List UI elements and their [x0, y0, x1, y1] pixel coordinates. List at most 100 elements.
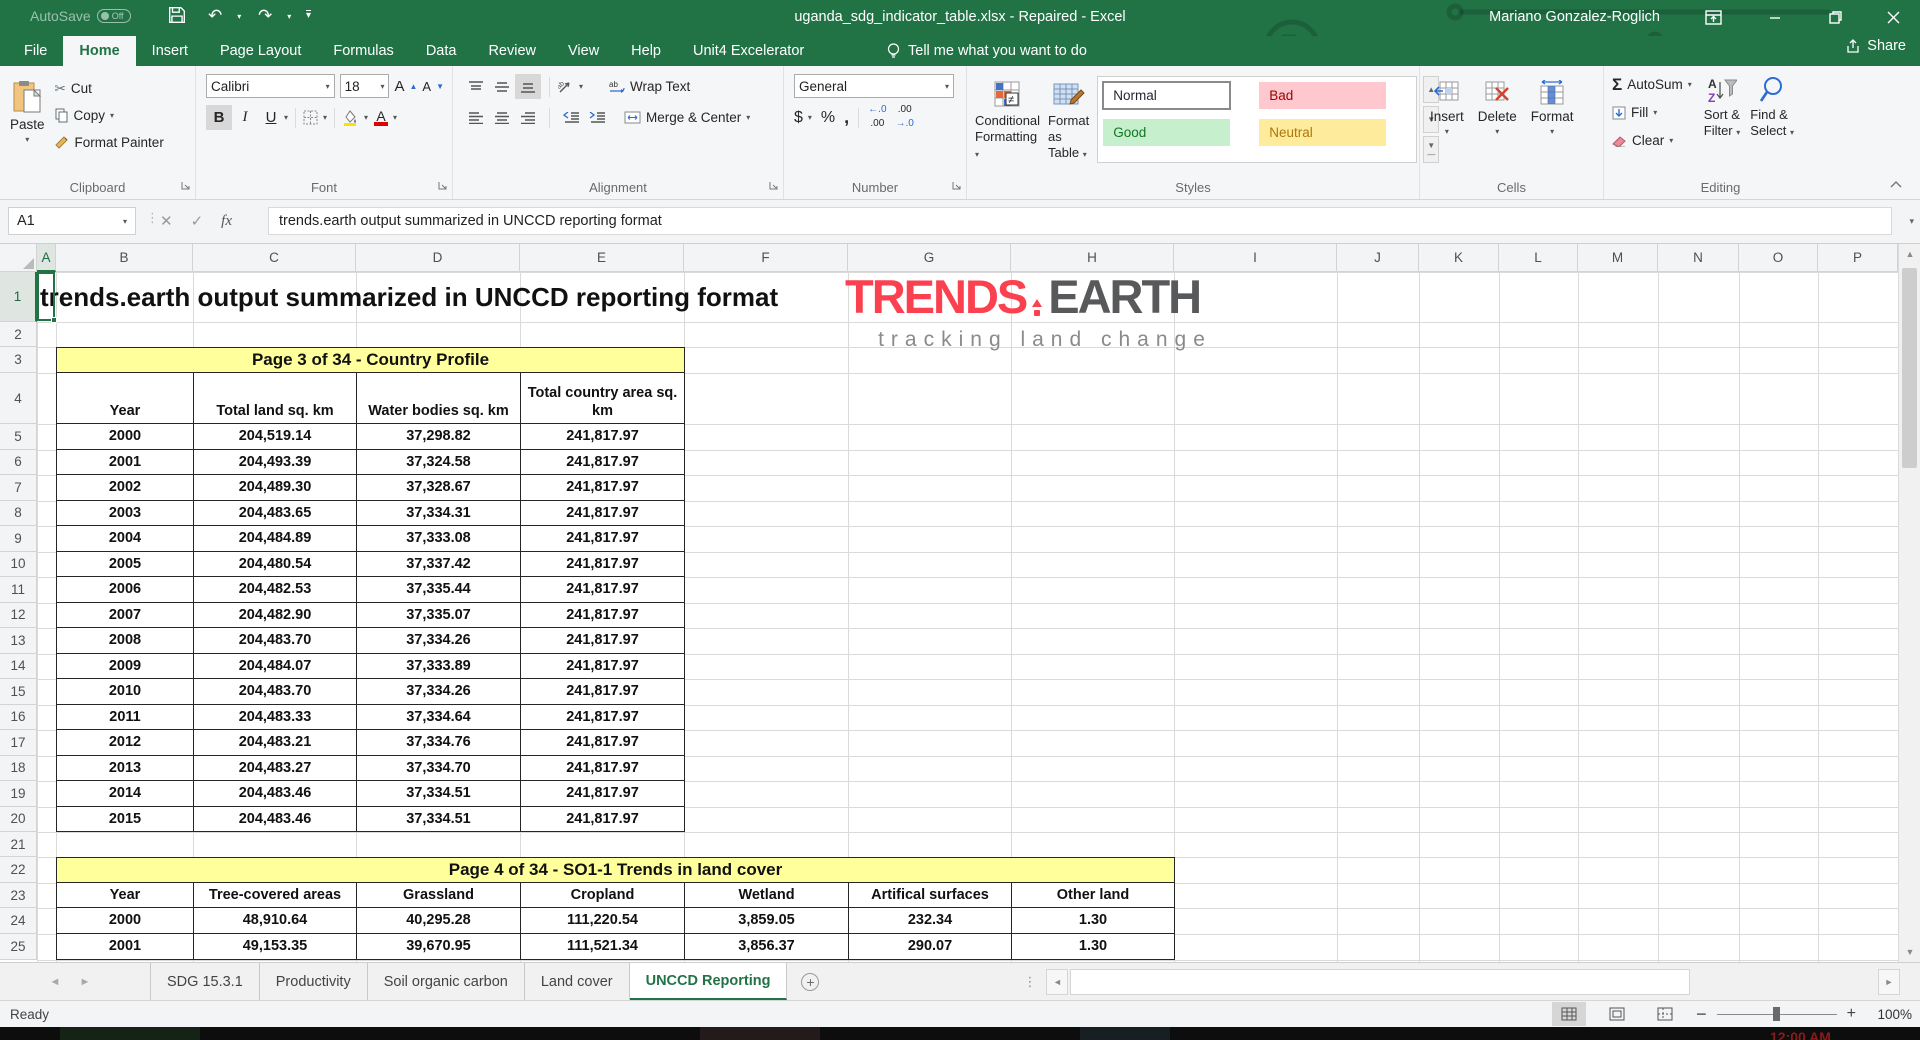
user-name[interactable]: Mariano Gonzalez-Roglich — [1489, 9, 1660, 25]
column-header-O[interactable]: O — [1739, 244, 1818, 272]
table-cell[interactable]: 37,334.76 — [356, 730, 520, 756]
cell-style-normal[interactable]: Normal — [1103, 82, 1230, 109]
column-header-E[interactable]: E — [520, 244, 684, 272]
row-header-14[interactable]: 14 — [0, 654, 37, 680]
row-header-2[interactable]: 2 — [0, 322, 37, 347]
row-header-3[interactable]: 3 — [0, 347, 37, 373]
wrap-text-button[interactable]: ab Wrap Text — [609, 74, 690, 99]
table-cell[interactable]: 2008 — [56, 628, 193, 654]
enter-formula-button[interactable]: ✓ — [191, 212, 204, 230]
fill-handle[interactable] — [51, 317, 57, 323]
table-cell[interactable]: 2001 — [56, 934, 193, 960]
ribbon-tab-insert[interactable]: Insert — [136, 36, 204, 66]
sheet-tab-unccd-reporting[interactable]: UNCCD Reporting — [630, 963, 788, 1000]
horizontal-scrollbar[interactable]: ◄ ► — [1046, 969, 1900, 994]
font-dialog-launcher[interactable] — [438, 177, 447, 195]
table-cell[interactable]: 3,856.37 — [684, 934, 848, 960]
scroll-right-button[interactable]: ► — [1878, 969, 1900, 995]
clipboard-dialog-launcher[interactable] — [181, 177, 190, 195]
insert-function-button[interactable]: fx — [221, 213, 232, 230]
row-header-16[interactable]: 16 — [0, 705, 37, 731]
ribbon-tab-unit4-excelerator[interactable]: Unit4 Excelerator — [677, 36, 820, 66]
ribbon-tab-review[interactable]: Review — [472, 36, 552, 66]
row-header-10[interactable]: 10 — [0, 552, 37, 578]
copy-button[interactable]: Copy▾ — [55, 103, 164, 128]
table-cell[interactable]: 241,817.97 — [520, 577, 685, 603]
table-cell[interactable]: 204,483.46 — [193, 781, 356, 807]
row-header-9[interactable]: 9 — [0, 526, 37, 552]
cell-style-neutral[interactable]: Neutral — [1259, 119, 1386, 146]
table-cell[interactable]: 241,817.97 — [520, 679, 685, 705]
table-cell[interactable]: 111,220.54 — [520, 908, 684, 934]
row-header-19[interactable]: 19 — [0, 781, 37, 807]
table-cell[interactable]: 204,483.70 — [193, 679, 356, 705]
table-cell[interactable]: 204,482.53 — [193, 577, 356, 603]
ribbon-tab-data[interactable]: Data — [410, 36, 473, 66]
restore-button[interactable] — [1812, 0, 1858, 34]
column-header-A[interactable]: A — [37, 244, 56, 272]
next-sheet-button[interactable]: ► — [70, 963, 100, 1000]
table-cell[interactable]: 204,493.39 — [193, 450, 356, 476]
table-cell[interactable]: 241,817.97 — [520, 654, 685, 680]
zoom-slider-thumb[interactable] — [1773, 1007, 1780, 1021]
center-button[interactable] — [489, 105, 515, 130]
sort-filter-button[interactable]: AZ Sort &Filter ▾ — [1704, 72, 1741, 153]
vertical-scroll-thumb[interactable] — [1902, 268, 1917, 468]
sheet-tab-productivity[interactable]: Productivity — [260, 963, 368, 1000]
column-header-H[interactable]: H — [1011, 244, 1174, 272]
number-format-combo[interactable]: General▾ — [794, 74, 954, 98]
row-header-21[interactable]: 21 — [0, 832, 37, 857]
table-cell[interactable]: 2007 — [56, 603, 193, 629]
increase-indent-button[interactable] — [584, 105, 610, 130]
ribbon-tab-help[interactable]: Help — [615, 36, 677, 66]
table-cell[interactable]: 241,817.97 — [520, 552, 685, 578]
ribbon-tab-home[interactable]: Home — [63, 36, 135, 66]
table-cell[interactable]: 2000 — [56, 908, 193, 934]
align-left-button[interactable] — [463, 105, 489, 130]
bottom-align-button[interactable] — [515, 74, 541, 99]
table-cell[interactable]: 2012 — [56, 730, 193, 756]
cell-style-good[interactable]: Good — [1103, 119, 1230, 146]
table-cell[interactable]: 204,480.54 — [193, 552, 356, 578]
table-cell[interactable]: 204,519.14 — [193, 424, 356, 450]
row-header-24[interactable]: 24 — [0, 908, 37, 934]
table-cell[interactable]: 204,482.90 — [193, 603, 356, 629]
select-all-corner[interactable] — [0, 244, 37, 272]
table-cell[interactable]: 241,817.97 — [520, 628, 685, 654]
zoom-percentage[interactable]: 100% — [1870, 1007, 1912, 1022]
shrink-font-button[interactable]: A▼ — [422, 74, 444, 99]
table-cell[interactable]: 37,324.58 — [356, 450, 520, 476]
table-cell[interactable]: 3,859.05 — [684, 908, 848, 934]
table-cell[interactable]: 204,483.65 — [193, 501, 356, 527]
row-header-8[interactable]: 8 — [0, 501, 37, 527]
table-cell[interactable]: 241,817.97 — [520, 450, 685, 476]
sheet-tab-land-cover[interactable]: Land cover — [525, 963, 630, 1000]
bold-button[interactable]: B — [206, 105, 232, 130]
table-cell[interactable]: 37,334.51 — [356, 781, 520, 807]
decrease-indent-button[interactable] — [558, 105, 584, 130]
find-select-button[interactable]: Find &Select ▾ — [1750, 72, 1794, 153]
table-cell[interactable]: 37,335.07 — [356, 603, 520, 629]
row-header-1[interactable]: 1 — [0, 272, 37, 322]
italic-button[interactable]: I — [232, 105, 258, 130]
table-cell[interactable]: 241,817.97 — [520, 730, 685, 756]
accounting-format-button[interactable]: $▾ — [794, 105, 812, 130]
row-header-7[interactable]: 7 — [0, 475, 37, 501]
column-header-D[interactable]: D — [356, 244, 520, 272]
table-cell[interactable]: 204,483.21 — [193, 730, 356, 756]
vertical-scrollbar[interactable]: ▲ ▼ — [1898, 244, 1920, 962]
minimize-button[interactable] — [1752, 0, 1798, 34]
table-cell[interactable]: 1.30 — [1011, 908, 1175, 934]
normal-view-button[interactable] — [1552, 1002, 1586, 1026]
column-header-N[interactable]: N — [1658, 244, 1739, 272]
row-header-11[interactable]: 11 — [0, 577, 37, 603]
table-cell[interactable]: 2011 — [56, 705, 193, 731]
table-cell[interactable]: 241,817.97 — [520, 781, 685, 807]
borders-button[interactable]: ▾ — [303, 105, 327, 130]
table-cell[interactable]: 37,334.70 — [356, 756, 520, 782]
table-cell[interactable]: 2002 — [56, 475, 193, 501]
sheet-tab-sdg-15-3-1[interactable]: SDG 15.3.1 — [150, 963, 260, 1000]
underline-button[interactable]: U — [258, 105, 284, 130]
font-name-combo[interactable]: Calibri▾ — [206, 74, 335, 98]
table-cell[interactable]: 241,817.97 — [520, 603, 685, 629]
